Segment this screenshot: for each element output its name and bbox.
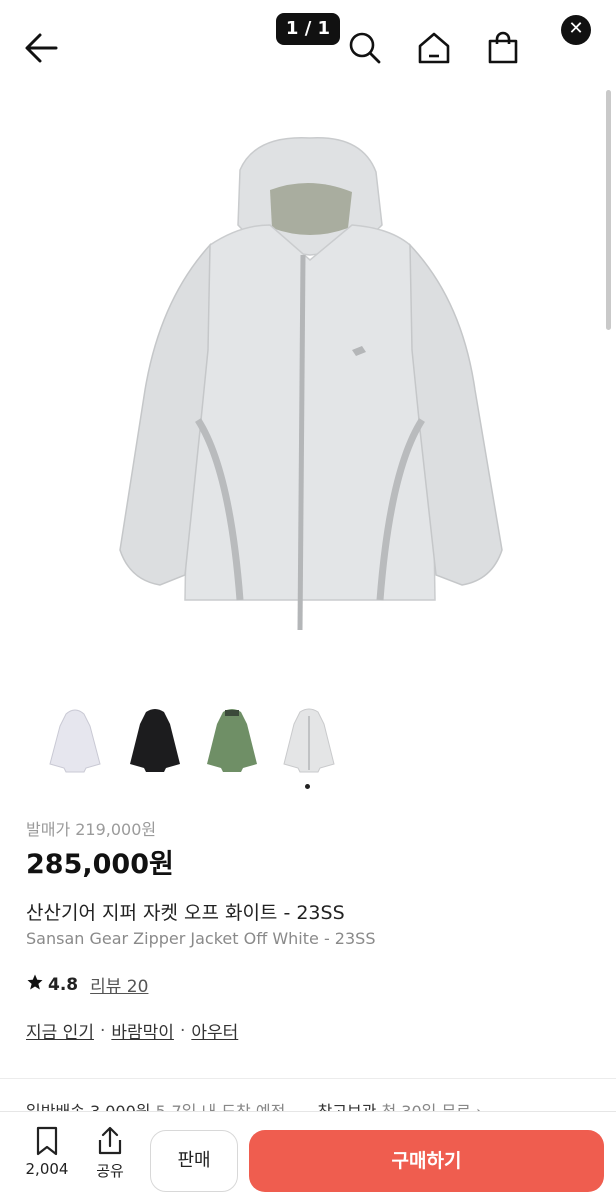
thumbnail-green[interactable] — [203, 706, 261, 774]
scrollbar[interactable] — [606, 90, 611, 330]
rating-score: 4.8 — [48, 974, 79, 995]
tag-outer[interactable]: 아우터 — [191, 1018, 238, 1043]
product-main-image[interactable] — [90, 130, 530, 670]
bookmark-icon — [17, 1126, 77, 1160]
thumbnail-lavender[interactable] — [46, 706, 104, 774]
bottom-action-bar: 2,004 공유 판매 구매하기 — [0, 1112, 616, 1200]
home-icon[interactable] — [416, 30, 452, 66]
top-bar: 1 / 1 ✕ — [0, 0, 616, 92]
rating-row: 4.8 리뷰 20 — [26, 972, 148, 997]
tag-windbreaker[interactable]: 바람막이 — [111, 1018, 174, 1043]
tag-separator: · — [179, 1020, 186, 1041]
product-title-ko: 산산기어 지퍼 자켓 오프 화이트 - 23SS — [26, 902, 345, 924]
image-counter: 1 / 1 — [276, 13, 340, 45]
tag-separator: · — [99, 1020, 106, 1041]
carousel-indicator-dot — [305, 784, 310, 789]
sell-button[interactable]: 판매 — [150, 1130, 238, 1192]
share-icon — [80, 1126, 140, 1160]
search-icon[interactable] — [347, 30, 383, 66]
tag-popular[interactable]: 지금 인기 — [26, 1018, 94, 1043]
close-icon[interactable]: ✕ — [561, 15, 591, 45]
thumbnail-black[interactable] — [126, 706, 184, 774]
bookmark-count: 2,004 — [25, 1160, 69, 1178]
star-icon — [26, 973, 44, 996]
product-title-en: Sansan Gear Zipper Jacket Off White - 23… — [26, 929, 376, 948]
buy-button[interactable]: 구매하기 — [249, 1130, 604, 1192]
original-price: 발매가 219,000원 — [26, 820, 157, 839]
price: 285,000원 — [26, 849, 174, 880]
bookmark-button[interactable]: 2,004 — [17, 1126, 77, 1178]
back-arrow-icon[interactable] — [22, 28, 62, 68]
divider — [0, 1078, 616, 1079]
share-button[interactable]: 공유 — [80, 1126, 140, 1181]
shopping-bag-icon[interactable] — [485, 30, 521, 66]
tag-list: 지금 인기 · 바람막이 · 아우터 — [26, 1018, 238, 1044]
share-label: 공유 — [96, 1162, 124, 1180]
review-link[interactable]: 리뷰 20 — [90, 972, 148, 997]
thumbnail-off-white[interactable] — [280, 706, 338, 774]
